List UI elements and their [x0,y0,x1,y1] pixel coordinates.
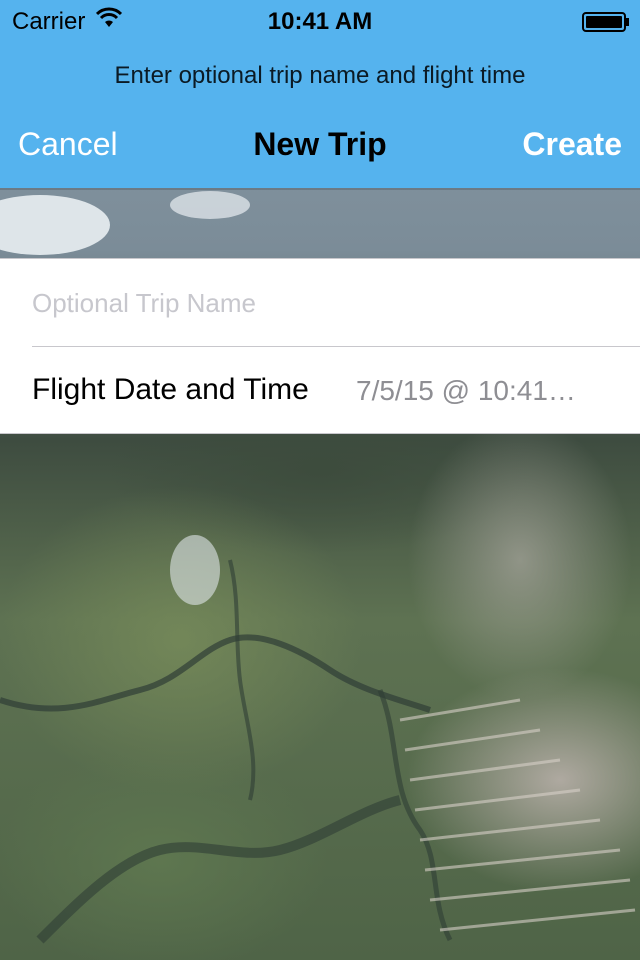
trip-name-input[interactable] [32,281,612,325]
status-time: 10:41 AM [267,8,373,35]
navigation-bar: Cancel New Trip Create [0,120,640,172]
flight-date-value[interactable]: 7/5/15 @ 10:41… [356,375,612,407]
flight-date-row[interactable]: Flight Date and Time 7/5/15 @ 10:41… [0,347,640,434]
create-button[interactable]: Create [522,126,622,163]
instruction-text: Enter optional trip name and flight time [114,62,526,89]
flight-date-label: Flight Date and Time [32,373,309,406]
trip-form: Flight Date and Time 7/5/15 @ 10:41… [0,258,640,434]
header-bar: Carrier 10:41 AM Enter optional trip nam… [0,0,640,188]
battery-icon [582,11,629,32]
header-divider [0,188,640,190]
trip-name-row [0,259,640,347]
status-bar: Carrier 10:41 AM [0,0,640,40]
